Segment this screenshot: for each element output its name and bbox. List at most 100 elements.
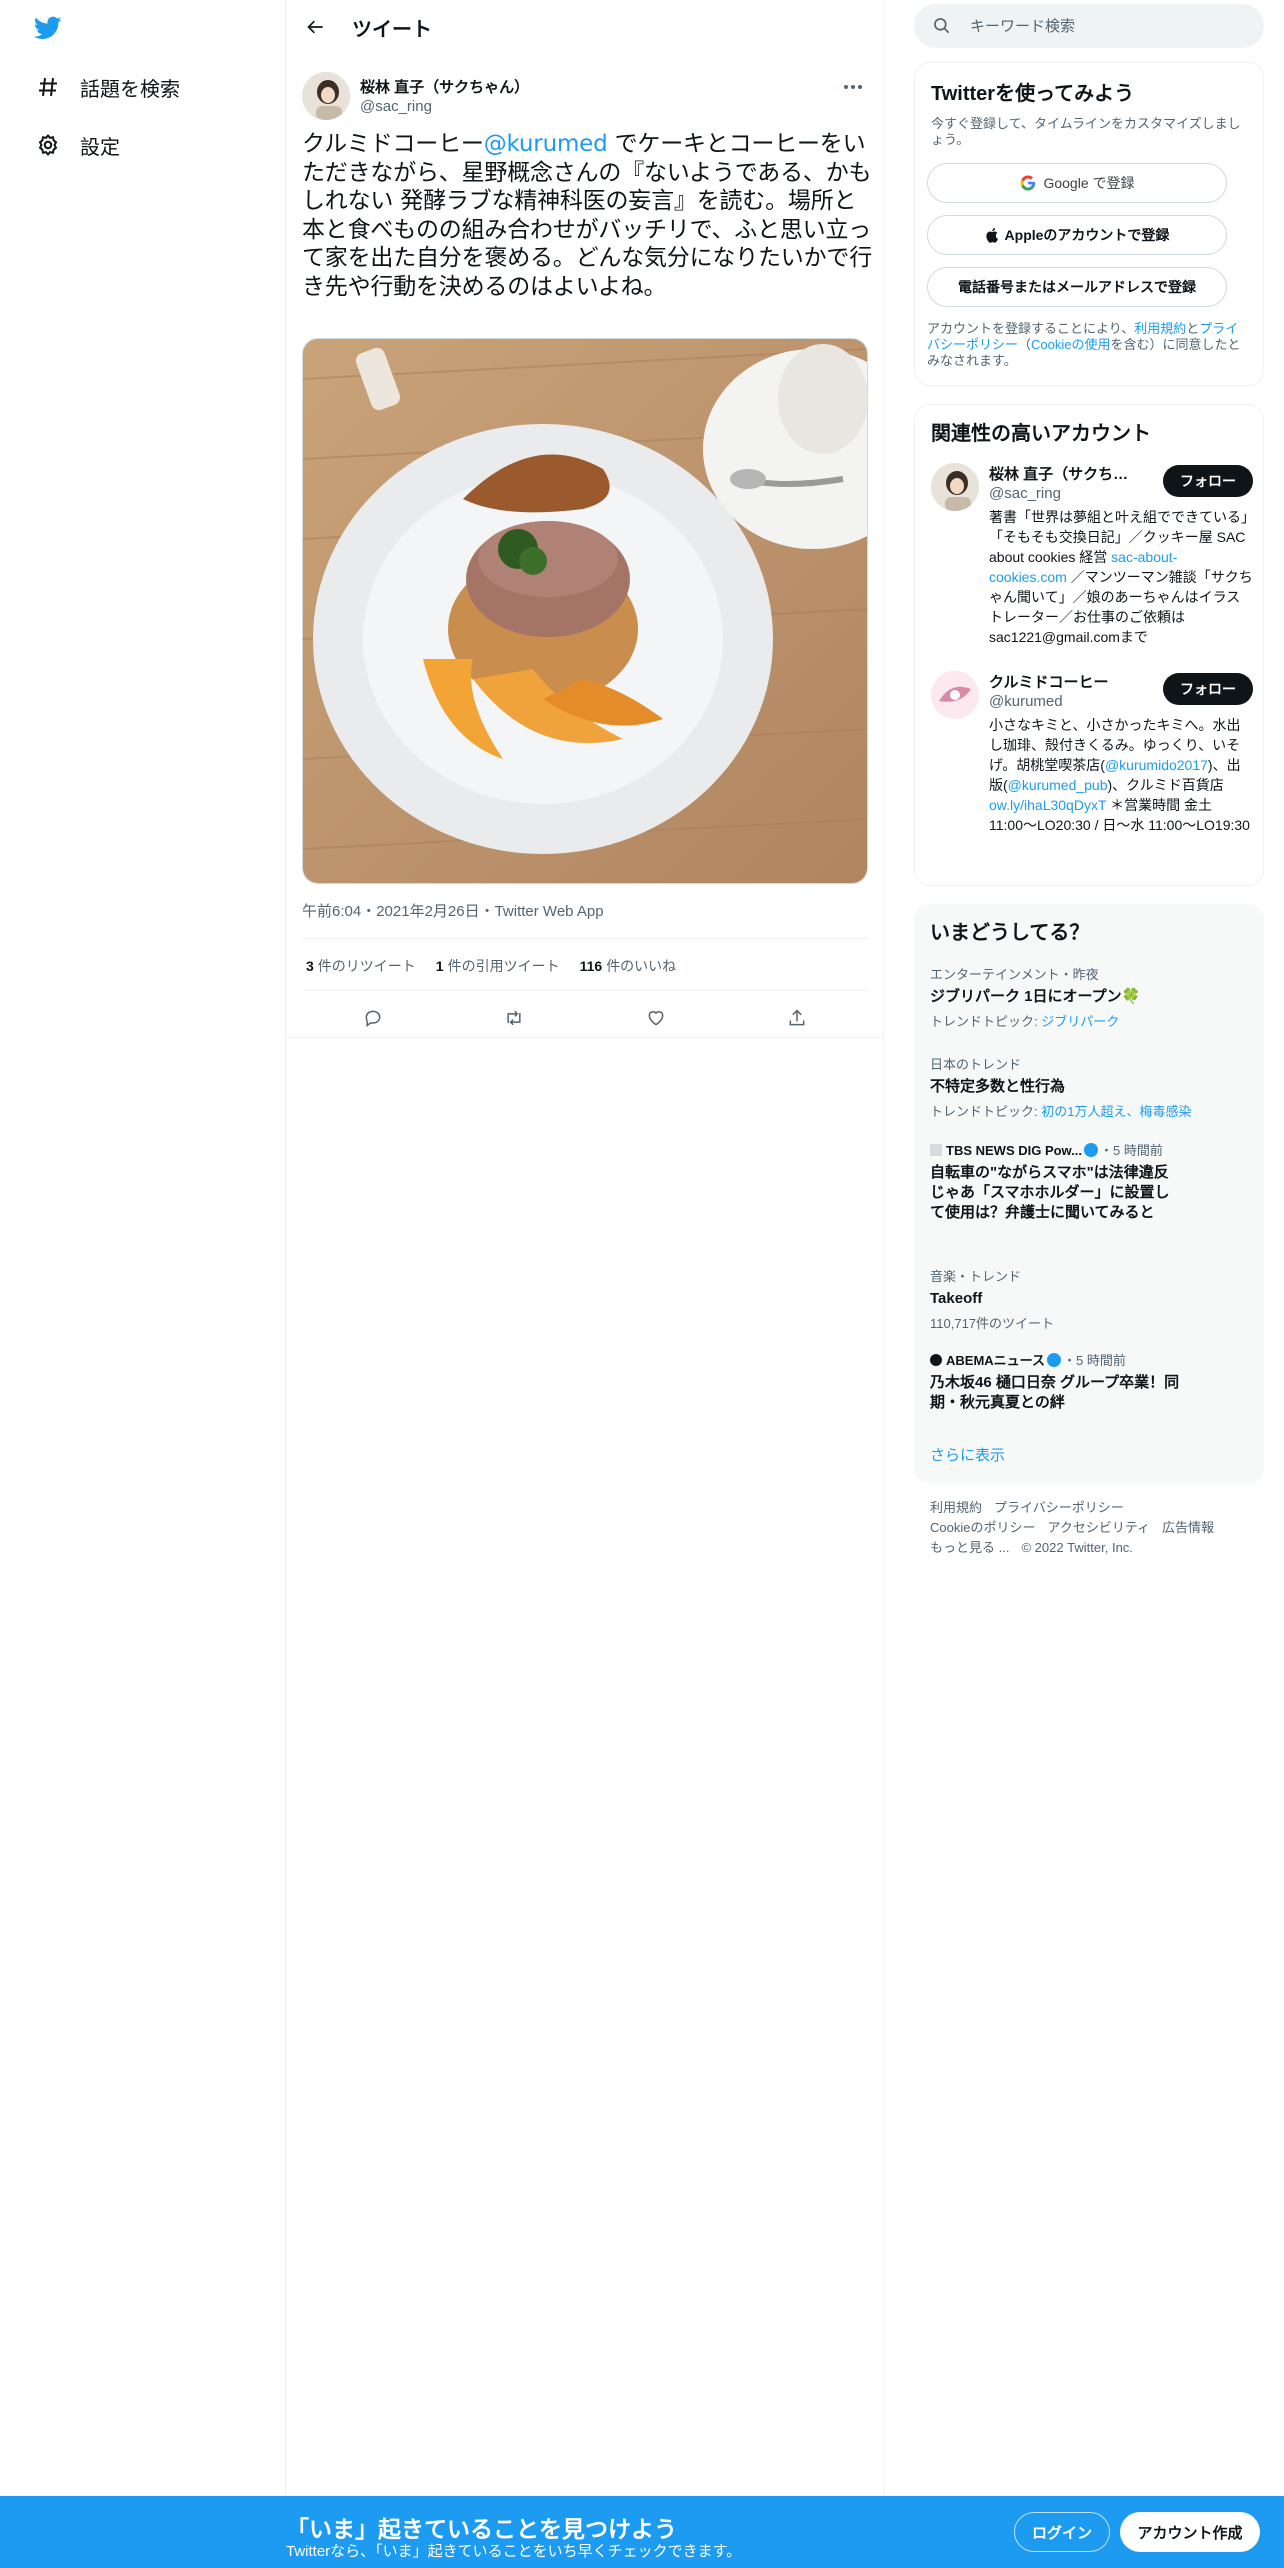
account-name[interactable]: 桜林 直子（サクちゃん）: [989, 463, 1139, 484]
twitter-bird-icon[interactable]: [32, 14, 64, 42]
create-account-button[interactable]: アカウント作成: [1120, 2512, 1260, 2552]
account-kurumed[interactable]: クルミドコーヒー @kurumed フォロー 小さなキミと、小さかったキミへ。水…: [931, 671, 1253, 871]
footer-link[interactable]: もっと見る ...: [930, 1540, 1009, 1555]
trend-item[interactable]: 音楽・トレンド Takeoff 110,717件のツイート: [930, 1266, 1250, 1332]
news-item[interactable]: ABEMAニュース ・5 時間前 乃木坂46 樋口日奈 グループ卒業！同期・秋元真…: [930, 1350, 1190, 1413]
verified-badge-icon: [1084, 1143, 1099, 1157]
footer-link[interactable]: アクセシビリティ: [1047, 1520, 1150, 1535]
phone-email-signup-button[interactable]: 電話番号またはメールアドレスで登録: [927, 267, 1227, 307]
likes-stat[interactable]: 116 件のいいね: [580, 956, 677, 976]
verified-badge-icon: [1047, 1353, 1062, 1367]
trend-topic-link[interactable]: ジブリパーク: [1041, 1014, 1119, 1029]
trend-item[interactable]: 日本のトレンド 不特定多数と性行為 トレンドトピック: 初の1万人超え、梅毒感染: [930, 1054, 1250, 1120]
reply-button[interactable]: [355, 1000, 391, 1036]
show-more-link[interactable]: さらに表示: [930, 1444, 1005, 1465]
news-source-name: ABEMAニュース: [946, 1353, 1046, 1368]
search-box[interactable]: [914, 4, 1264, 48]
footer-link[interactable]: プライバシーポリシー: [994, 1500, 1124, 1515]
quotes-stat[interactable]: 1 件の引用ツイート: [436, 956, 560, 976]
google-signup-button[interactable]: Google で登録: [927, 163, 1227, 203]
tweet-timestamp[interactable]: 午前6:04・2021年2月26日・Twitter Web App: [302, 900, 604, 921]
account-name[interactable]: クルミドコーヒー: [989, 671, 1139, 692]
heart-icon: [648, 1011, 664, 1026]
bio-link[interactable]: ow.ly/ihaL30qDyxT: [989, 797, 1106, 813]
bio-link[interactable]: @kurumido2017: [1105, 757, 1208, 773]
hashtag-icon: [39, 77, 57, 97]
gear-icon: [38, 133, 58, 157]
terms-link[interactable]: 利用規約: [1134, 321, 1186, 336]
arrow-left-icon: [307, 20, 323, 34]
signup-subtitle: 今すぐ登録して、タイムラインをカスタマイズしましょう。: [931, 116, 1241, 147]
copyright: © 2022 Twitter, Inc.: [1021, 1540, 1133, 1555]
apple-signup-button[interactable]: Appleのアカウントで登録: [927, 215, 1227, 255]
back-button[interactable]: [296, 7, 336, 47]
nav-settings[interactable]: 設定: [36, 125, 120, 165]
bio-link[interactable]: @kurumed_pub: [1008, 777, 1108, 793]
tweet-text: クルミドコーヒー@kurumed でケーキとコーヒーをいただきながら、星野概念さ…: [302, 130, 872, 301]
more-options-button[interactable]: [838, 76, 868, 98]
divider: [286, 1037, 884, 1038]
page-title: ツイート: [352, 18, 432, 41]
retweet-icon: [507, 1010, 521, 1026]
nav-explore[interactable]: 話題を検索: [36, 67, 180, 107]
retweets-count: 3: [306, 958, 314, 974]
trend-context: 音楽・トレンド: [930, 1269, 1022, 1284]
tweet-actions: [302, 994, 868, 1042]
share-button[interactable]: [779, 1000, 815, 1036]
trend-topic: トレンドトピック: ジブリパーク: [930, 1011, 1250, 1030]
tweet-photo[interactable]: [302, 338, 868, 884]
author-name[interactable]: 桜林 直子（サクちゃん）: [360, 76, 529, 97]
news-item[interactable]: TBS NEWS DIG Pow... ・5 時間前 自転車の"ながらスマホ"は法…: [930, 1140, 1184, 1223]
cookie-link[interactable]: Cookieの使用: [1031, 337, 1110, 352]
trend-topic: トレンドトピック: 初の1万人超え、梅毒感染: [930, 1101, 1250, 1120]
trend-title: 不特定多数と性行為: [930, 1078, 1066, 1095]
search-input[interactable]: [970, 17, 1230, 35]
footer-link[interactable]: Cookieのポリシー: [930, 1520, 1035, 1535]
dot-icon: [844, 85, 848, 89]
retweets-label: 件のリツイート: [317, 958, 416, 974]
footer-link[interactable]: 広告情報: [1162, 1520, 1214, 1535]
bottom-bar-subtitle: Twitterなら、「いま」起きていることをいち早くチェックできます。: [286, 2543, 742, 2560]
author-handle[interactable]: @sac_ring: [360, 98, 432, 115]
terms-text: アカウントを登録することにより、: [927, 321, 1135, 336]
bio-text: )、クルミド百貨店: [1107, 777, 1224, 793]
likes-label: 件のいいね: [606, 958, 677, 974]
terms-text: （: [1018, 337, 1032, 352]
nav-settings-label: 設定: [80, 136, 120, 159]
divider: [302, 938, 868, 939]
main-header: ツイート: [286, 0, 884, 54]
mention-link[interactable]: @kurumed: [484, 131, 608, 157]
cake-photo: [303, 339, 867, 883]
like-button[interactable]: [638, 1000, 674, 1036]
signup-card: Twitterを使ってみよう 今すぐ登録して、タイムラインをカスタマイズしましょ…: [914, 62, 1264, 386]
main-column: ツイート 桜林 直子（サクちゃん） @sac_ring クルミドコーヒー@kur…: [286, 0, 884, 2568]
avatar[interactable]: [931, 463, 979, 511]
follow-button[interactable]: フォロー: [1163, 673, 1253, 705]
tweet-stats: 3 件のリツイート 1 件の引用ツイート 116 件のいいね: [306, 956, 676, 976]
login-button[interactable]: ログイン: [1014, 2512, 1110, 2552]
news-source: ABEMAニュース ・5 時間前: [930, 1350, 1190, 1369]
reply-icon: [365, 1010, 381, 1027]
avatar[interactable]: [302, 72, 350, 120]
apple-signup-label: Appleのアカウントで登録: [1004, 227, 1170, 243]
trends-card: いまどうしてる？ エンターテインメント・昨夜 ジブリパーク 1日にオープン🍀 ト…: [914, 904, 1264, 1484]
trend-context: 日本のトレンド: [930, 1057, 1022, 1072]
news-title: 乃木坂46 樋口日奈 グループ卒業！同期・秋元真夏との絆: [930, 1374, 1180, 1411]
dot-icon: [851, 85, 855, 89]
search-icon: [934, 18, 950, 34]
trend-topic-link[interactable]: 初の1万人超え、梅毒感染: [1041, 1104, 1191, 1119]
account-sac-ring[interactable]: 桜林 直子（サクちゃん） @sac_ring フォロー 著書「世界は夢組と叶え組…: [931, 463, 1253, 645]
apple-icon: [985, 228, 998, 243]
follow-button[interactable]: フォロー: [1163, 465, 1253, 497]
account-handle: @kurumed: [989, 693, 1063, 710]
retweet-button[interactable]: [496, 1000, 532, 1036]
dot-icon: [858, 85, 862, 89]
trend-topic-prefix: トレンドトピック:: [930, 1104, 1042, 1119]
share-icon: [789, 1009, 805, 1026]
trend-item[interactable]: エンターテインメント・昨夜 ジブリパーク 1日にオープン🍀 トレンドトピック: …: [930, 964, 1250, 1030]
signup-terms: アカウントを登録することにより、利用規約とプライバシーポリシー（Cookieの使…: [927, 321, 1247, 369]
avatar[interactable]: [931, 671, 979, 719]
google-signup-label: Google で登録: [1043, 175, 1135, 191]
retweets-stat[interactable]: 3 件のリツイート: [306, 956, 416, 976]
footer-link[interactable]: 利用規約: [930, 1500, 982, 1515]
